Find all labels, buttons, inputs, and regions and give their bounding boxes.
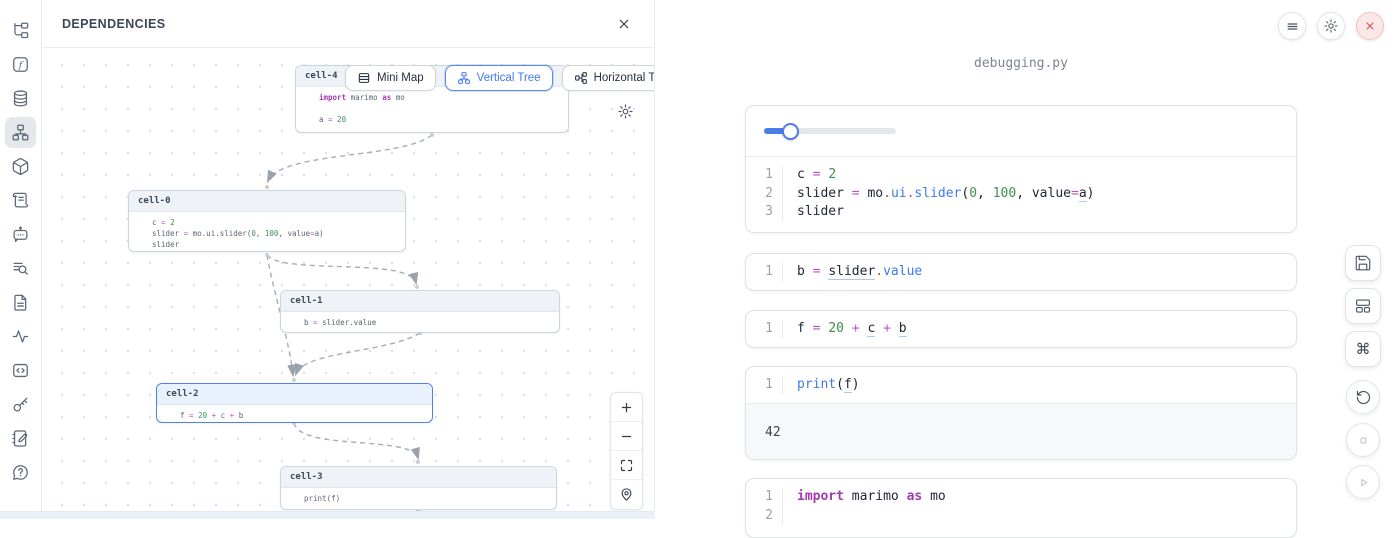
notebook-panel: debugging.py 1c = 22slider = mo.ui.slide… xyxy=(655,0,1400,518)
dependencies-header: DEPENDENCIES xyxy=(42,0,654,48)
functions-icon[interactable]: f xyxy=(5,49,36,80)
line-number: 1 xyxy=(746,488,783,507)
graph-node-cell-1[interactable]: cell-1b = slider.value xyxy=(280,290,560,333)
helper-sidebar: f xyxy=(0,0,42,518)
graph-settings-button[interactable] xyxy=(614,100,636,122)
horizontal-tree-icon xyxy=(574,71,588,85)
graph-node-cell-3[interactable]: cell-3print(f) xyxy=(280,466,557,510)
cell-code-editor[interactable]: 1b = slider.value xyxy=(746,254,1296,290)
cell-code-editor[interactable]: 1print(f) xyxy=(746,367,1296,403)
mini-map-button[interactable]: Mini Map xyxy=(345,65,436,91)
mini-map-icon xyxy=(357,71,371,85)
scratchpad-icon[interactable] xyxy=(5,423,36,454)
play-icon xyxy=(1355,474,1372,491)
notebook-cell-import-cell: 1import marimo as mo2 xyxy=(745,478,1297,538)
notebook-cell-slider-cell: 1c = 22slider = mo.ui.slider(0, 100, val… xyxy=(745,105,1297,233)
documentation-icon[interactable] xyxy=(5,185,36,216)
panel-title: DEPENDENCIES xyxy=(62,17,165,31)
save-icon xyxy=(1354,254,1372,272)
line-number: 1 xyxy=(746,263,783,282)
stop-button[interactable] xyxy=(1346,423,1380,457)
graph-node-title: cell-0 xyxy=(129,191,405,212)
zoom-out-button[interactable] xyxy=(611,422,642,451)
datasources-icon[interactable] xyxy=(5,83,36,114)
svg-text:f: f xyxy=(18,60,24,71)
vertical-tree-button[interactable]: Vertical Tree xyxy=(445,65,553,91)
slider-knob[interactable] xyxy=(782,123,799,140)
save-button[interactable] xyxy=(1345,245,1381,281)
close-panel-button[interactable] xyxy=(614,14,634,34)
dependency-graph-canvas[interactable]: Mini Map Vertical Tree Horizontal Tree c… xyxy=(42,47,654,511)
graph-node-code: print(f) xyxy=(281,488,556,509)
dependencies-icon[interactable] xyxy=(5,117,36,148)
graph-node-cell-2[interactable]: cell-2f = 20 + c + b xyxy=(156,383,433,423)
locate-button[interactable] xyxy=(611,480,642,509)
shutdown-button[interactable] xyxy=(1356,12,1384,40)
graph-node-title: cell-2 xyxy=(157,384,432,405)
graph-node-cell-0[interactable]: cell-0c = 2slider = mo.ui.slider(0, 100,… xyxy=(128,190,406,252)
graph-view-toolbar: Mini Map Vertical Tree Horizontal Tree xyxy=(345,65,654,91)
cell-output-text: 42 xyxy=(746,403,1296,459)
notebook-filename: debugging.py xyxy=(745,56,1297,71)
vertical-tree-icon xyxy=(457,71,471,85)
graph-zoom-controls xyxy=(610,392,643,510)
edge-cell-1-cell-2 xyxy=(296,333,420,374)
layout-icon xyxy=(1354,297,1372,315)
cell-code-editor[interactable]: 1f = 20 + c + b xyxy=(746,311,1296,347)
document-icon[interactable] xyxy=(5,287,36,318)
notebook-menu-button[interactable] xyxy=(1278,12,1306,40)
edge-cell-2-cell-3 xyxy=(294,423,418,458)
line-number: 2 xyxy=(746,507,783,526)
cell-code-editor[interactable]: 1import marimo as mo2 xyxy=(746,479,1296,533)
zoom-in-button[interactable] xyxy=(611,393,642,422)
hamburger-icon xyxy=(1285,19,1300,34)
notebook-cell-f-cell: 1f = 20 + c + b xyxy=(745,310,1297,348)
run-button[interactable] xyxy=(1346,465,1380,499)
edge-cell-4-cell-0 xyxy=(268,135,432,181)
cell-code-editor[interactable]: 1c = 22slider = mo.ui.slider(0, 100, val… xyxy=(746,157,1296,230)
horizontal-tree-button[interactable]: Horizontal Tree xyxy=(562,65,654,91)
line-number: 3 xyxy=(746,203,783,222)
logs-icon[interactable] xyxy=(5,253,36,284)
secrets-icon[interactable] xyxy=(5,389,36,420)
undo-button[interactable] xyxy=(1346,380,1380,414)
close-icon xyxy=(616,16,632,32)
tracing-icon[interactable] xyxy=(5,321,36,352)
graph-node-code: c = 2slider = mo.ui.slider(0, 100, value… xyxy=(129,212,405,252)
help-icon[interactable] xyxy=(5,457,36,488)
graph-node-title: cell-3 xyxy=(281,467,556,488)
line-number: 1 xyxy=(746,166,783,185)
gear-icon xyxy=(617,103,634,120)
graph-node-code: f = 20 + c + b xyxy=(157,405,432,423)
graph-node-title: cell-1 xyxy=(281,291,559,312)
graph-node-code: b = slider.value xyxy=(281,312,559,333)
keyboard-shortcuts-button[interactable]: ⌘ xyxy=(1345,331,1381,367)
notebook-cell-print-cell: 1print(f)42 xyxy=(745,366,1297,460)
line-number: 1 xyxy=(746,320,783,339)
line-number: 2 xyxy=(746,185,783,204)
close-icon xyxy=(1363,19,1377,33)
layout-button[interactable] xyxy=(1345,288,1381,324)
command-icon: ⌘ xyxy=(1356,342,1371,357)
undo-icon xyxy=(1355,389,1372,406)
fit-view-button[interactable] xyxy=(611,451,642,480)
notebook-cell-b-cell: 1b = slider.value xyxy=(745,253,1297,291)
file-tree-icon[interactable] xyxy=(5,15,36,46)
snippets-icon[interactable] xyxy=(5,355,36,386)
edge-cell-0-cell-1 xyxy=(267,255,416,283)
notebook-settings-button[interactable] xyxy=(1317,12,1345,40)
graph-node-code: import marimo as mo a = 20 xyxy=(296,87,568,130)
packages-icon[interactable] xyxy=(5,151,36,182)
cell-output-slider xyxy=(746,106,1296,157)
line-number: 1 xyxy=(746,376,783,395)
gear-icon xyxy=(1323,18,1339,34)
chat-icon[interactable] xyxy=(5,219,36,250)
stop-icon xyxy=(1355,432,1372,449)
dependencies-panel: DEPENDENCIES Mini Map Vertical Tree Hori… xyxy=(42,0,655,518)
slider-track[interactable] xyxy=(764,128,896,134)
